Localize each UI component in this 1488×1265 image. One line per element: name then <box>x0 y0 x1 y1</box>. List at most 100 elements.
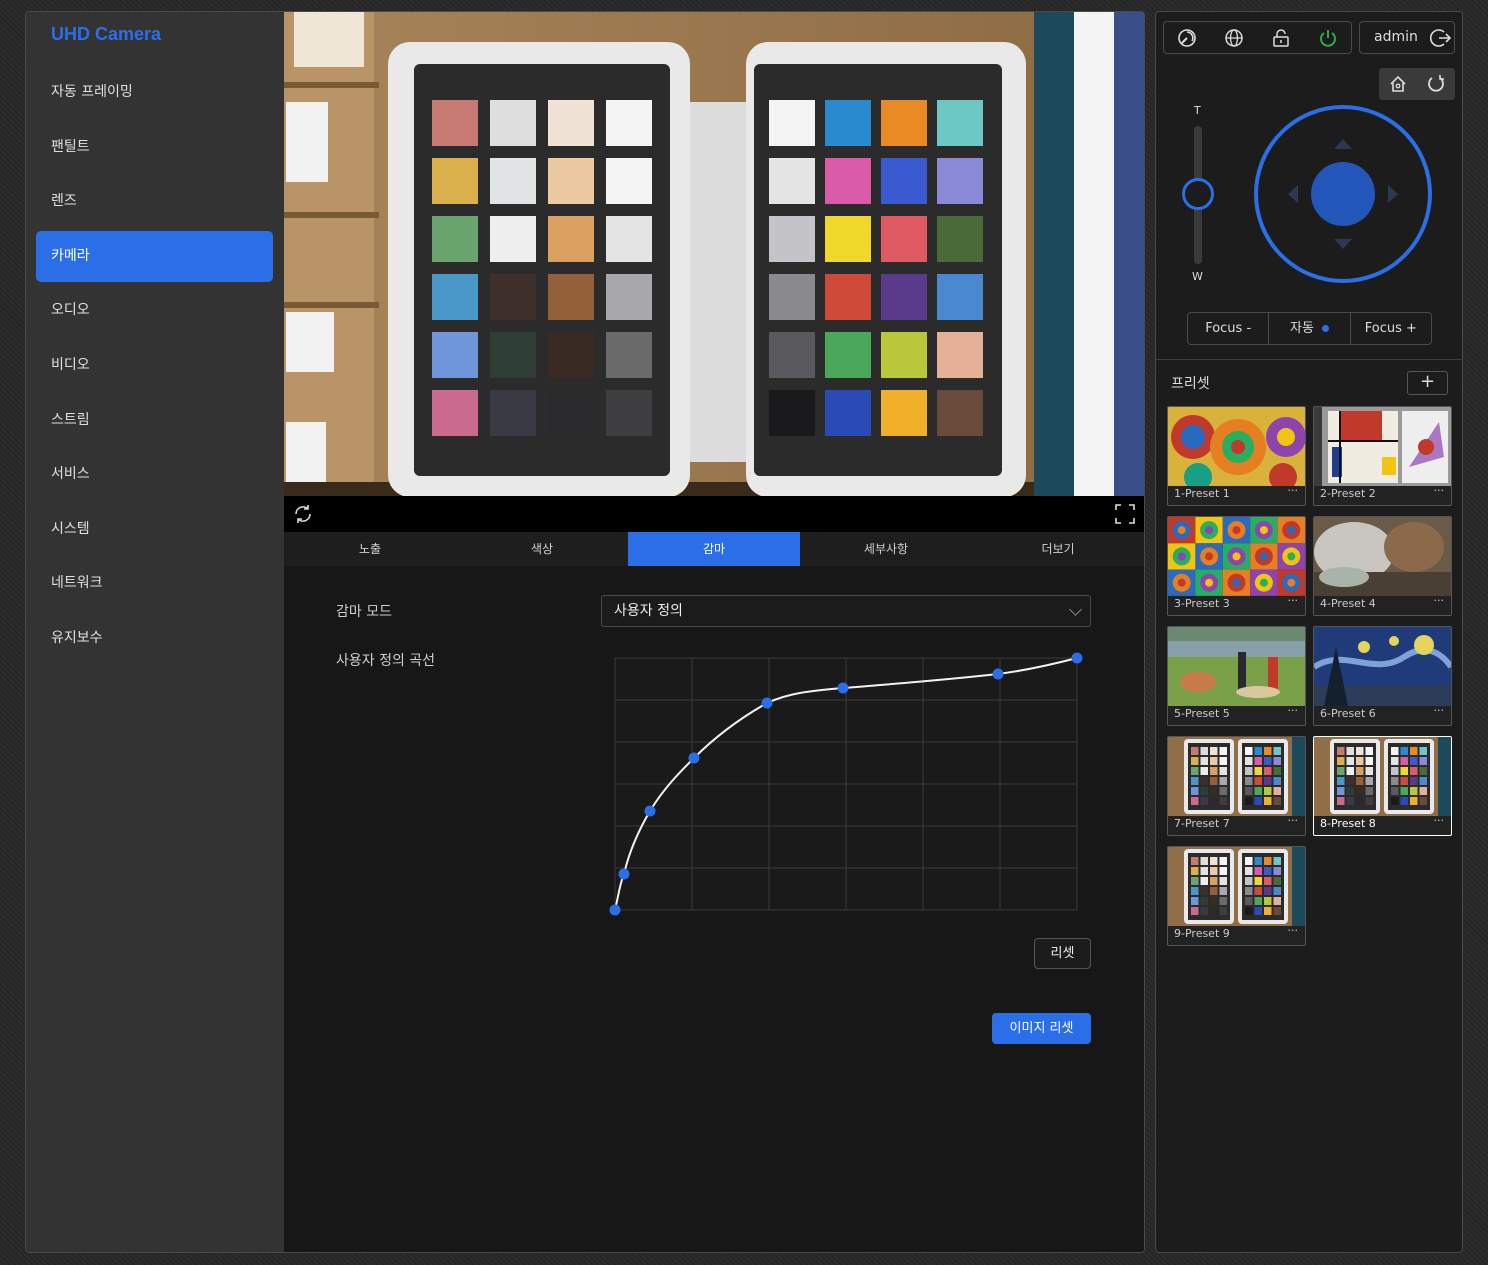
more-options-icon[interactable]: ··· <box>1288 814 1299 827</box>
more-options-icon[interactable]: ··· <box>1434 814 1445 827</box>
reset-position-icon[interactable] <box>1424 72 1448 96</box>
more-options-icon[interactable]: ··· <box>1434 484 1445 497</box>
globe-icon[interactable] <box>1222 26 1246 50</box>
panel-divider <box>1156 359 1462 360</box>
more-options-icon[interactable]: ··· <box>1288 594 1299 607</box>
preset-card-4[interactable]: 4-Preset 4 ··· <box>1313 516 1452 616</box>
preset-thumbnail <box>1314 517 1451 596</box>
curve-point-6[interactable] <box>992 668 1004 680</box>
focus-auto-indicator <box>1321 325 1329 332</box>
more-options-icon[interactable]: ··· <box>1288 704 1299 717</box>
refresh-icon[interactable] <box>292 503 314 525</box>
preset-card-9[interactable]: 9-Preset 9 ··· <box>1167 846 1306 946</box>
sidebar-item-pan-tilt[interactable]: 팬틸트 <box>36 122 273 173</box>
preset-thumbnail <box>1314 627 1451 706</box>
preset-card-7[interactable]: 7-Preset 7 ··· <box>1167 736 1306 836</box>
curve-point-0[interactable] <box>609 904 621 916</box>
image-reset-button[interactable]: 이미지 리셋 <box>992 1013 1091 1044</box>
sidebar-item-camera[interactable]: 카메라 <box>36 230 273 282</box>
preset-name: 3-Preset 3 <box>1174 597 1230 610</box>
main-window: UHD Camera 자동 프레이밍 팬틸트 렌즈 카메라 오디오 비디오 스트… <box>25 11 1145 1253</box>
fullscreen-icon[interactable] <box>1114 503 1136 525</box>
focus-minus-button[interactable]: Focus - <box>1188 313 1270 344</box>
home-icon[interactable] <box>1386 72 1410 96</box>
top-toolbar <box>1163 21 1352 54</box>
user-box: admin <box>1359 21 1455 54</box>
sidebar-item-stream[interactable]: 스트림 <box>36 395 273 446</box>
curve-point-2[interactable] <box>644 805 656 817</box>
preset-card-5[interactable]: 5-Preset 5 ··· <box>1167 626 1306 726</box>
preset-name: 7-Preset 7 <box>1174 817 1230 830</box>
preset-card-6[interactable]: 6-Preset 6 ··· <box>1313 626 1452 726</box>
presets-title: 프리셋 <box>1171 376 1210 392</box>
preset-name: 1-Preset 1 <box>1174 487 1230 500</box>
username: admin <box>1374 29 1418 45</box>
preset-name: 8-Preset 8 <box>1320 817 1376 830</box>
preset-thumbnail <box>1168 847 1305 926</box>
focus-plus-button[interactable]: Focus + <box>1351 313 1431 344</box>
preset-thumbnail <box>1314 737 1451 816</box>
pan-tilt-joystick[interactable] <box>1252 103 1434 289</box>
more-options-icon[interactable]: ··· <box>1434 594 1445 607</box>
curve-point-1[interactable] <box>618 868 630 880</box>
preset-card-2[interactable]: 2-Preset 2 ··· <box>1313 406 1452 506</box>
preset-card-1[interactable]: 1-Preset 1 ··· <box>1167 406 1306 506</box>
tab-more[interactable]: 더보기 <box>972 532 1144 566</box>
focus-controls: Focus - 자동 Focus + <box>1187 312 1432 345</box>
sidebar-item-system[interactable]: 시스템 <box>36 504 273 555</box>
more-options-icon[interactable]: ··· <box>1288 924 1299 937</box>
curve-reset-button[interactable]: 리셋 <box>1034 938 1091 969</box>
tab-color[interactable]: 색상 <box>456 532 628 566</box>
sidebar-item-auto-framing[interactable]: 자동 프레이밍 <box>36 67 273 118</box>
preset-name: 4-Preset 4 <box>1320 597 1376 610</box>
sidebar-item-audio[interactable]: 오디오 <box>36 285 273 336</box>
sidebar-item-network[interactable]: 네트워크 <box>36 558 273 609</box>
chevron-down-icon <box>1069 603 1082 616</box>
focus-auto-button[interactable]: 자동 <box>1269 313 1351 344</box>
zoom-tele-label: T <box>1194 104 1201 117</box>
sidebar-item-video[interactable]: 비디오 <box>36 340 273 391</box>
curve-point-5[interactable] <box>837 682 849 694</box>
gamma-curve-chart[interactable] <box>604 648 1094 938</box>
sidebar-item-service[interactable]: 서비스 <box>36 449 273 500</box>
gamma-mode-select[interactable]: 사용자 정의 <box>601 595 1091 627</box>
focus-auto-label: 자동 <box>1290 321 1314 336</box>
tab-gamma[interactable]: 감마 <box>628 532 800 566</box>
preset-thumbnail <box>1314 407 1451 486</box>
app-title: UHD Camera <box>51 24 162 44</box>
unlock-icon[interactable] <box>1269 26 1293 50</box>
add-preset-button[interactable]: + <box>1407 371 1448 395</box>
camera-tabs: 노출 색상 감마 세부사항 더보기 <box>284 532 1144 566</box>
more-options-icon[interactable]: ··· <box>1434 704 1445 717</box>
curve-point-4[interactable] <box>761 697 773 709</box>
power-icon[interactable] <box>1316 26 1340 50</box>
custom-curve-label: 사용자 정의 곡선 <box>336 653 436 669</box>
sidebar-item-maintenance[interactable]: 유지보수 <box>36 613 273 664</box>
preset-card-8[interactable]: 8-Preset 8 ··· <box>1313 736 1452 836</box>
joystick-knob[interactable] <box>1311 162 1375 226</box>
gamma-mode-value: 사용자 정의 <box>614 603 683 619</box>
preset-name: 9-Preset 9 <box>1174 927 1230 940</box>
logout-icon[interactable] <box>1429 27 1452 49</box>
tab-exposure[interactable]: 노출 <box>284 532 456 566</box>
zoom-slider-handle[interactable] <box>1182 178 1214 210</box>
curve-point-3[interactable] <box>688 752 700 764</box>
more-options-icon[interactable]: ··· <box>1288 484 1299 497</box>
dashboard-icon[interactable] <box>1175 26 1199 50</box>
preset-card-3[interactable]: 3-Preset 3 ··· <box>1167 516 1306 616</box>
preset-name: 2-Preset 2 <box>1320 487 1376 500</box>
video-preview <box>284 12 1144 496</box>
preset-name: 5-Preset 5 <box>1174 707 1230 720</box>
preset-name: 6-Preset 6 <box>1320 707 1376 720</box>
main-content: 노출 색상 감마 세부사항 더보기 감마 모드 사용자 정의 사용자 정의 곡선 <box>284 12 1144 1252</box>
gamma-curve-editor[interactable] <box>604 648 1094 942</box>
control-panel: admin T W Focus - 자동 Focus + 프리셋 + 1-Pre… <box>1155 11 1463 1253</box>
gamma-mode-label: 감마 모드 <box>336 604 392 620</box>
video-frame-image <box>284 12 1144 496</box>
sidebar: UHD Camera 자동 프레이밍 팬틸트 렌즈 카메라 오디오 비디오 스트… <box>26 12 284 1252</box>
curve-point-7[interactable] <box>1071 652 1083 664</box>
tab-detail[interactable]: 세부사항 <box>800 532 972 566</box>
preset-thumbnail <box>1168 517 1305 596</box>
sidebar-item-lens[interactable]: 렌즈 <box>36 176 273 227</box>
preset-thumbnail <box>1168 407 1305 486</box>
